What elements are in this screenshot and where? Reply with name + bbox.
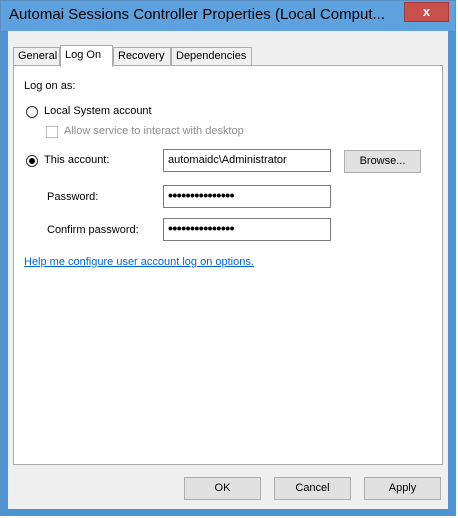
this-account-label[interactable]: This account: [44,154,109,166]
dialog-client-area: General Log On Recovery Dependencies Log… [8,31,448,509]
allow-interact-checkbox[interactable] [46,126,58,138]
log-on-panel: Log on as: Local System account Allow se… [13,65,443,465]
password-label: Password: [47,191,99,203]
apply-button[interactable]: Apply [364,477,441,500]
cancel-button[interactable]: Cancel [274,477,351,500]
log-on-as-heading: Log on as: [24,80,76,92]
tab-dependencies[interactable]: Dependencies [171,47,252,65]
close-button[interactable]: x [404,2,449,22]
tab-log-on[interactable]: Log On [60,45,113,67]
help-link[interactable]: Help me configure user account log on op… [24,256,254,268]
password-input[interactable]: ••••••••••••••• [163,185,331,208]
account-input[interactable]: automaidc\Administrator [163,149,331,172]
local-system-label[interactable]: Local System account [44,105,152,117]
browse-button[interactable]: Browse... [344,150,421,173]
confirm-password-input[interactable]: ••••••••••••••• [163,218,331,241]
local-system-radio[interactable] [26,106,38,118]
this-account-radio[interactable] [26,155,38,167]
properties-dialog: Automai Sessions Controller Properties (… [0,0,456,516]
tab-recovery[interactable]: Recovery [113,47,171,65]
window-title: Automai Sessions Controller Properties (… [9,6,385,23]
tab-general[interactable]: General [13,47,60,65]
close-icon: x [422,4,431,19]
title-bar[interactable]: Automai Sessions Controller Properties (… [1,1,455,31]
allow-interact-label: Allow service to interact with desktop [64,125,244,137]
confirm-password-label: Confirm password: [47,224,139,236]
radio-selected-dot [29,158,35,164]
ok-button[interactable]: OK [184,477,261,500]
